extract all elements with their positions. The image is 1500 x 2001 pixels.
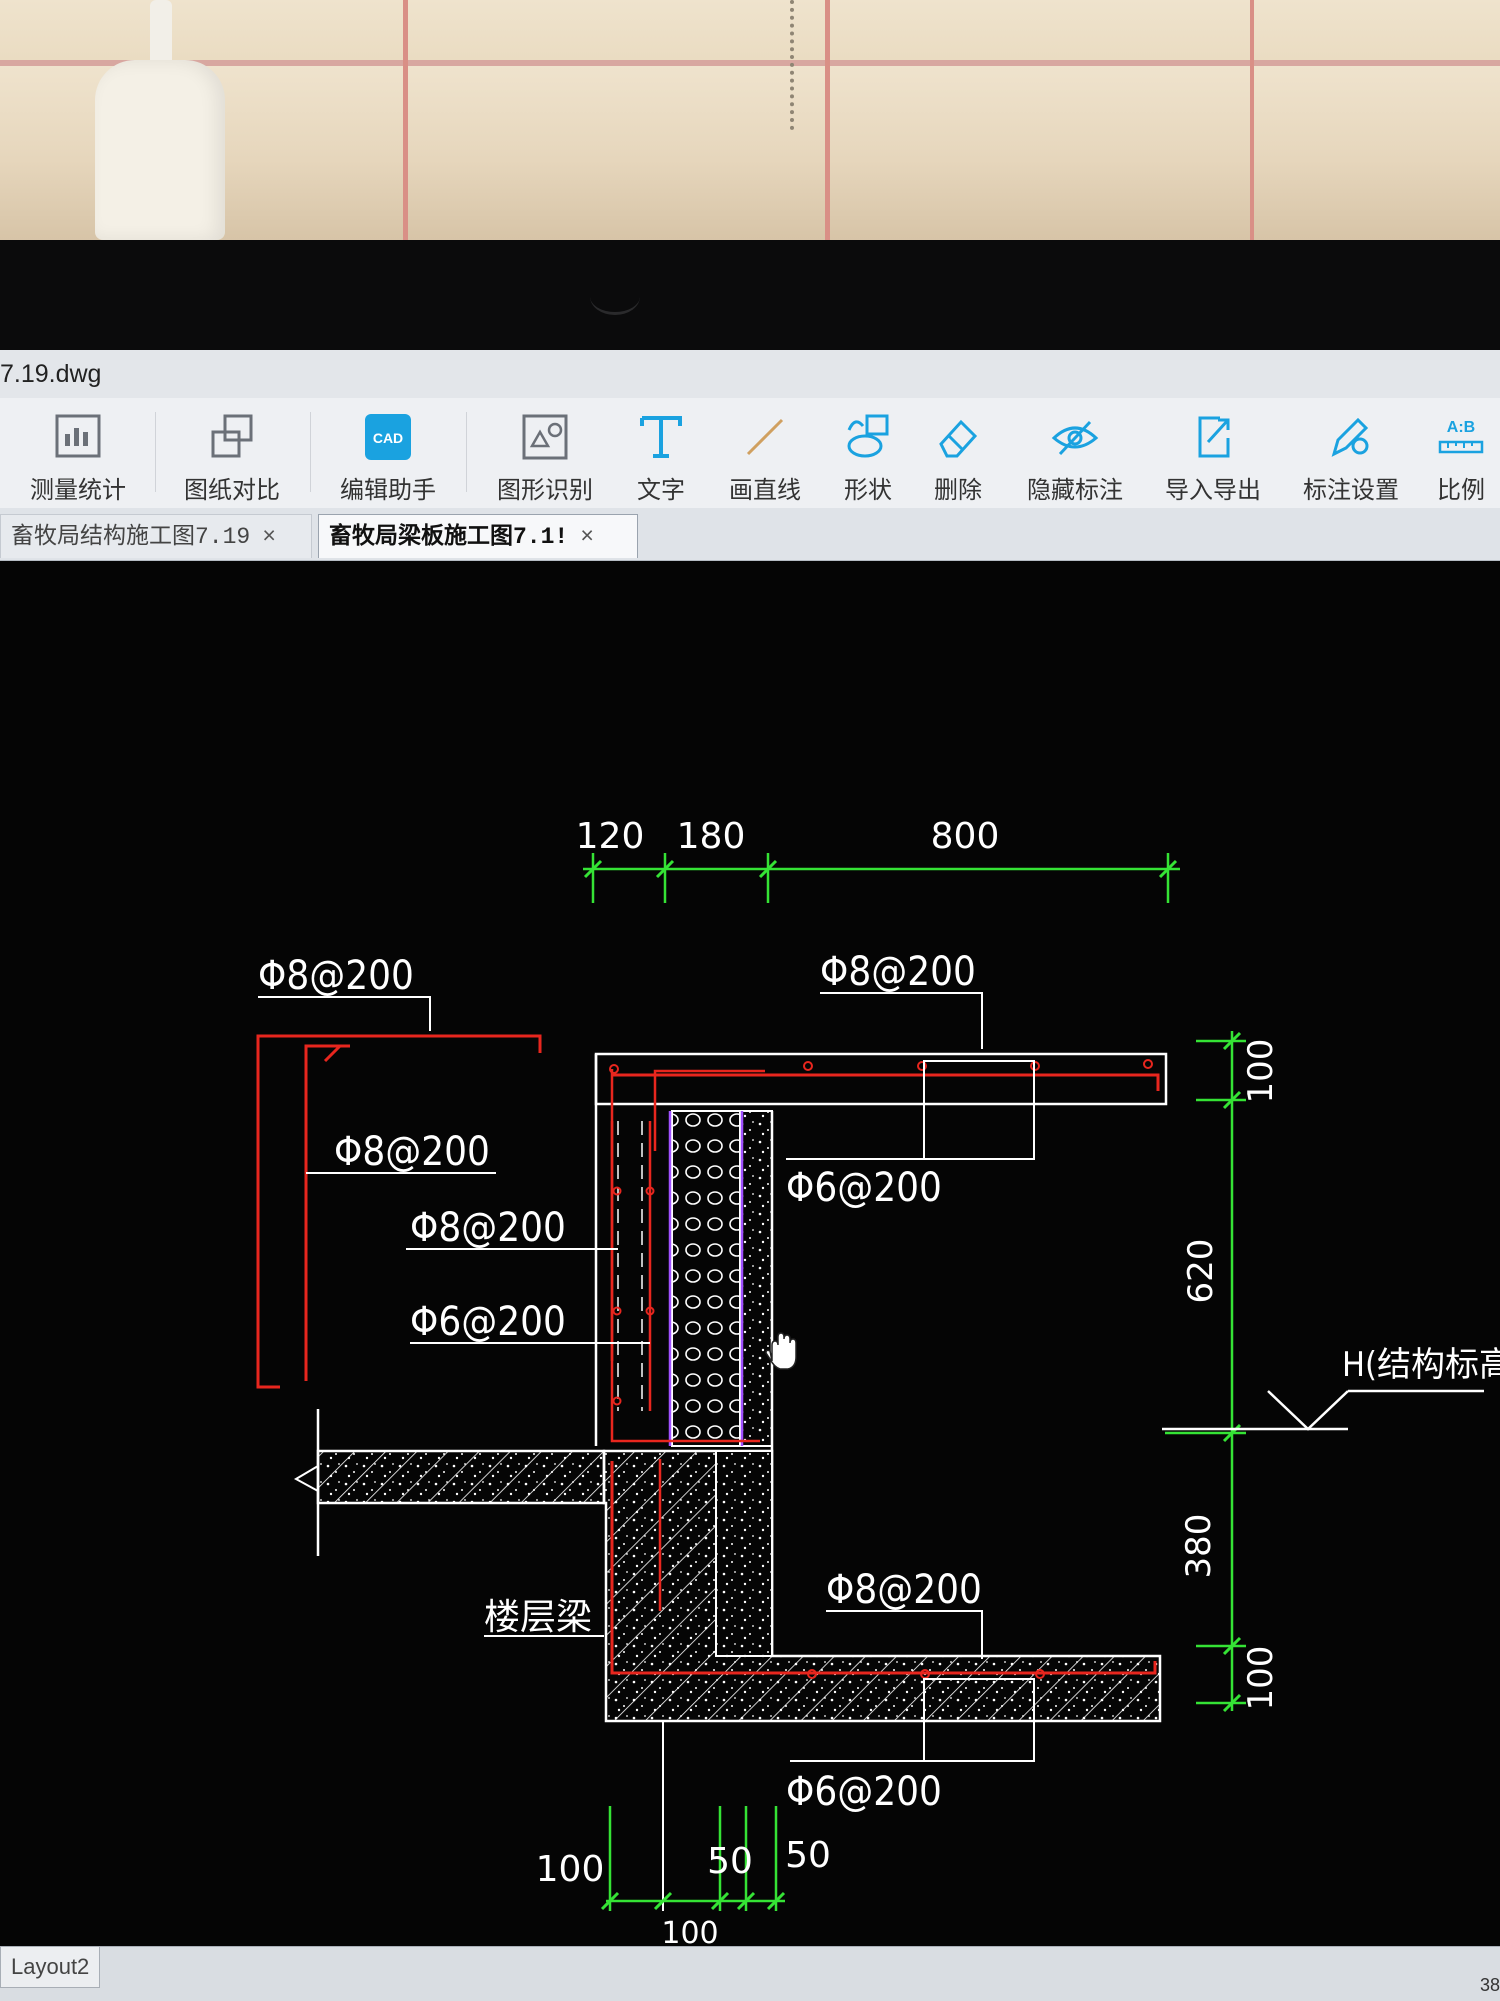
edit-assistant-badge: CAD xyxy=(373,430,403,446)
scale-button[interactable]: A:B 比例 xyxy=(1426,404,1496,504)
toolbar-divider xyxy=(310,412,311,492)
dim-bottom-total: 100 xyxy=(661,1916,718,1946)
hide-annotation-icon xyxy=(1051,420,1099,456)
elevation-label: H(结构标高) xyxy=(1342,1345,1500,1385)
tool-label: 文字 xyxy=(637,476,685,504)
delete-button[interactable]: 删除 xyxy=(922,404,994,504)
rebar-label-8: Φ6@200 xyxy=(786,1769,942,1815)
tool-label: 标注设置 xyxy=(1303,476,1399,504)
dim-180: 180 xyxy=(677,816,746,857)
edit-assistant-button[interactable]: CAD 编辑助手 xyxy=(328,404,448,504)
bottom-dimension xyxy=(600,1721,786,1911)
rebar-label-7: Φ8@200 xyxy=(826,1567,982,1613)
tab-label: 畜牧局梁板施工图7.1! xyxy=(329,524,569,550)
text-icon xyxy=(640,416,682,458)
tool-label: 比例 xyxy=(1437,476,1485,504)
shape-icon xyxy=(847,414,889,458)
shape-button[interactable]: 形状 xyxy=(832,404,904,504)
measure-stats-button[interactable]: 测量统计 xyxy=(18,404,138,504)
measure-stats-icon xyxy=(55,414,101,458)
line-icon xyxy=(746,418,784,456)
tool-label: 图纸对比 xyxy=(184,476,280,504)
title-bar: 7.19.dwg xyxy=(0,350,1500,399)
line-button[interactable]: 画直线 xyxy=(720,404,810,504)
dim-100-bottom: 100 xyxy=(1241,1646,1281,1711)
dim-bottom-50a: 50 xyxy=(707,1841,753,1882)
rebar-label-3: Φ8@200 xyxy=(410,1205,566,1251)
dim-bottom-100: 100 xyxy=(536,1849,605,1890)
dim-800: 800 xyxy=(931,816,1000,857)
annotation-settings-button[interactable]: 标注设置 xyxy=(1296,404,1406,504)
rebar-label-2: Φ8@200 xyxy=(334,1129,490,1175)
rebar-label-6: Φ6@200 xyxy=(786,1165,942,1211)
layout-tab[interactable]: Layout2 xyxy=(0,1947,101,1988)
wall-background xyxy=(0,0,1500,245)
tool-label: 图形识别 xyxy=(497,476,593,504)
top-dimension xyxy=(583,853,1180,903)
tool-label: 导入导出 xyxy=(1165,476,1261,504)
monitor-bezel xyxy=(0,240,1500,350)
status-bar: Layout2 38 xyxy=(0,1946,1500,2001)
tab-beam-slab-drawing[interactable]: 畜牧局梁板施工图7.1! × xyxy=(318,514,638,558)
text-button[interactable]: 文字 xyxy=(626,404,696,504)
dim-120: 120 xyxy=(576,816,645,857)
webcam xyxy=(590,278,640,315)
eraser-icon xyxy=(939,419,978,458)
scale-badge: A:B xyxy=(1447,419,1475,436)
tool-label: 删除 xyxy=(934,476,982,504)
toolbar-divider xyxy=(466,412,467,492)
hanging-chain xyxy=(790,0,804,130)
beam-label: 楼层梁 xyxy=(484,1597,592,1638)
hide-annotation-button[interactable]: 隐藏标注 xyxy=(1020,404,1130,504)
close-icon[interactable]: × xyxy=(262,524,276,550)
edit-assistant-icon: CAD xyxy=(365,414,411,460)
tool-label: 形状 xyxy=(844,476,892,504)
right-dimension xyxy=(1165,1031,1246,1713)
annotation-settings-icon xyxy=(1331,417,1369,457)
floor-slab xyxy=(293,1409,606,1556)
window-title: 7.19.dwg xyxy=(0,360,102,388)
shape-recognition-icon xyxy=(522,414,568,460)
close-icon[interactable]: × xyxy=(580,524,594,550)
document-tab-bar: 畜牧局结构施工图7.19 × 畜牧局梁板施工图7.1! × xyxy=(0,508,1500,561)
import-export-button[interactable]: 导入导出 xyxy=(1158,404,1268,504)
power-plug xyxy=(95,60,225,240)
rebar-label-4: Φ8@200 xyxy=(820,949,976,995)
drawing-canvas[interactable]: 120 180 800 100 620 380 100 H(结构标高) xyxy=(0,561,1500,1946)
dim-620: 620 xyxy=(1181,1239,1221,1304)
dim-100-top: 100 xyxy=(1241,1039,1281,1104)
status-value: 38 xyxy=(1479,1975,1500,1995)
tool-label: 测量统计 xyxy=(30,476,126,504)
cad-drawing: 120 180 800 100 620 380 100 H(结构标高) xyxy=(256,816,1500,1946)
toolbar: 测量统计 图纸对比 CAD 编辑助手 图形识别 文字 画直线 形状 删除 隐藏标… xyxy=(0,398,1500,509)
elevation-marker xyxy=(1162,1389,1484,1431)
toolbar-divider xyxy=(155,412,156,492)
dim-380: 380 xyxy=(1179,1514,1219,1579)
tab-label: 畜牧局结构施工图7.19 xyxy=(11,524,251,550)
shape-recognition-button[interactable]: 图形识别 xyxy=(484,404,606,504)
tool-label: 隐藏标注 xyxy=(1027,476,1123,504)
tab-structural-drawing[interactable]: 畜牧局结构施工图7.19 × xyxy=(0,514,312,558)
dim-bottom-50b: 50 xyxy=(785,1835,831,1876)
tool-label: 编辑助手 xyxy=(340,476,436,504)
rebar-label-1: Φ8@200 xyxy=(258,953,414,999)
import-export-icon xyxy=(1198,416,1230,458)
drawing-compare-icon xyxy=(211,414,253,458)
scale-icon: A:B xyxy=(1438,419,1484,454)
drawing-compare-button[interactable]: 图纸对比 xyxy=(172,404,292,504)
rebar-label-5: Φ6@200 xyxy=(410,1299,566,1345)
tool-label: 画直线 xyxy=(729,476,801,504)
